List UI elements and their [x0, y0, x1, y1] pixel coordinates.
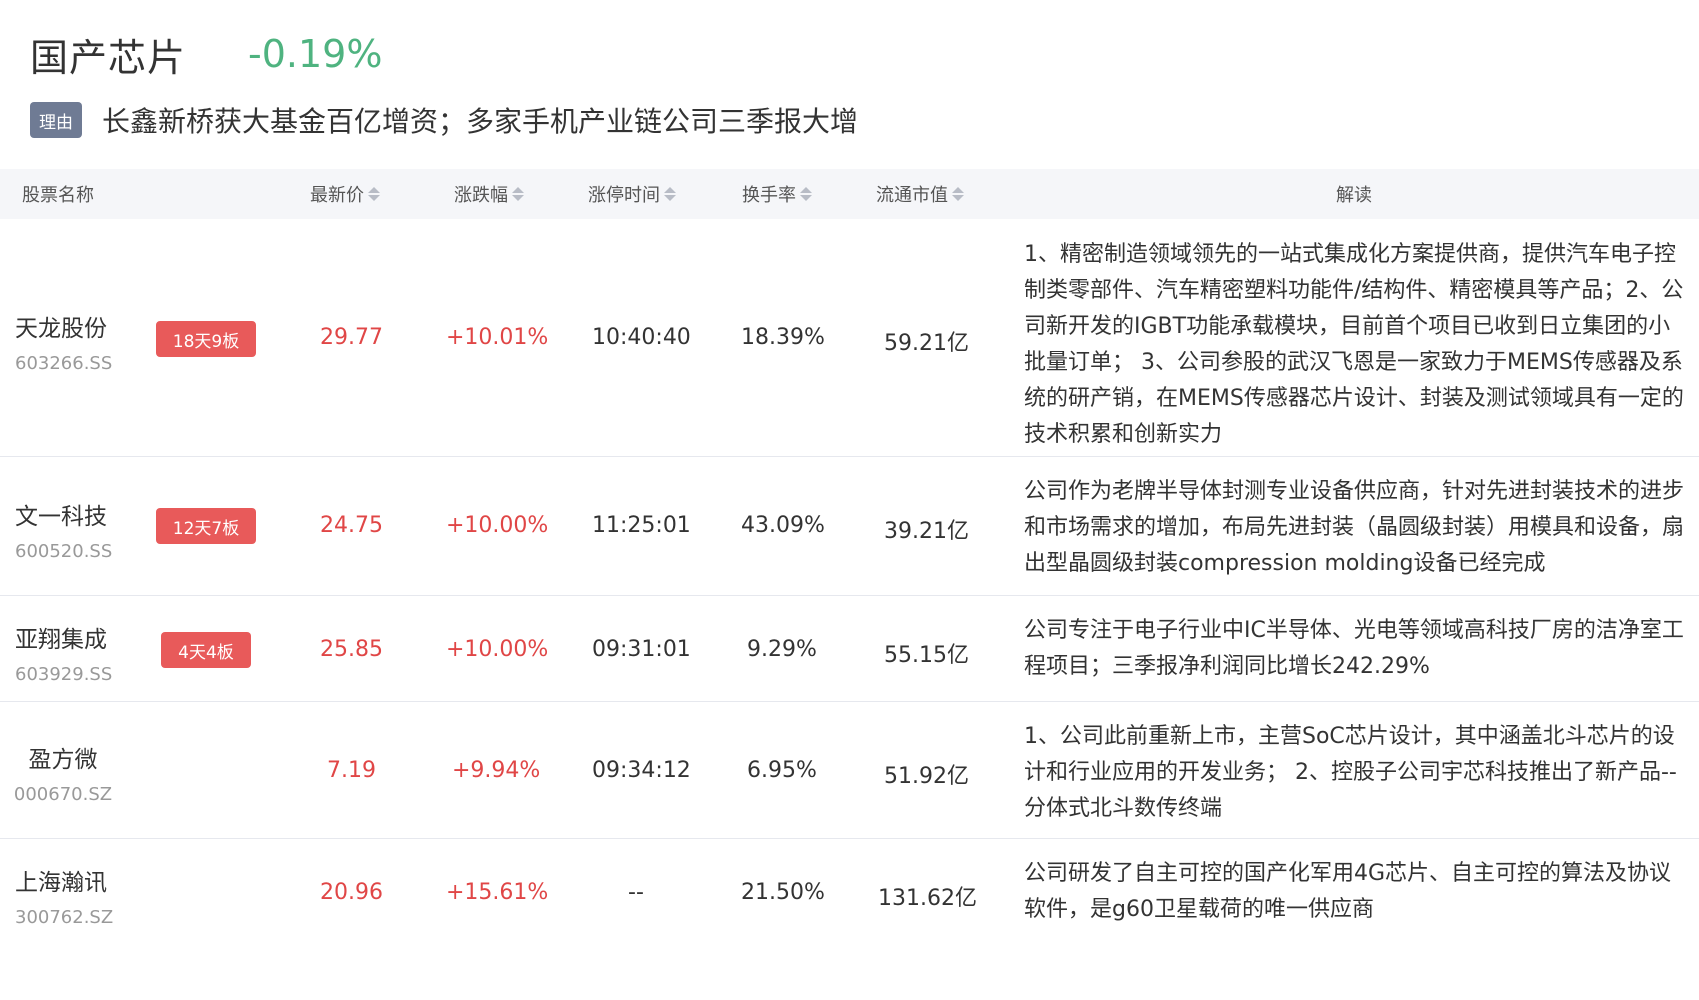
sort-icon[interactable]: [800, 187, 812, 201]
limit-time-cell: 10:40:40: [592, 325, 691, 350]
stock-name[interactable]: 天龙股份: [15, 309, 112, 343]
stock-code: 603266.SS: [15, 353, 113, 374]
turnover-cell: 18.39%: [741, 325, 825, 350]
price-cell: 20.96: [320, 880, 383, 905]
change-pct-cell: +9.94%: [452, 758, 541, 783]
reason-tag: 理由: [30, 102, 82, 138]
stock-name[interactable]: 文一科技: [15, 497, 112, 531]
price-cell: 7.19: [327, 758, 376, 783]
reason-bar: 理由 长鑫新桥获大基金百亿增资；多家手机产业链公司三季报大增: [30, 100, 858, 140]
sort-icon[interactable]: [368, 187, 380, 201]
market-cap-cell: 131.62亿: [878, 886, 977, 911]
market-cap-cell: 59.21亿: [884, 331, 969, 356]
limit-up-badge: 18天9板: [156, 321, 256, 357]
column-limit-time[interactable]: 涨停时间: [588, 169, 676, 219]
stock-name[interactable]: 上海瀚讯: [15, 863, 113, 897]
change-pct-cell: +10.00%: [446, 637, 549, 662]
stock-name-cell[interactable]: 盈方微 000670.SZ: [13, 740, 113, 805]
market-cap-cell: 51.92亿: [884, 764, 969, 789]
price-cell: 24.75: [320, 513, 383, 538]
table-header: 股票名称 最新价 涨跌幅 涨停时间 换手率 流通市值 解读: [0, 169, 1699, 219]
table-row[interactable]: 亚翔集成 603929.SS 4天4板 25.85 +10.00% 09:31:…: [0, 596, 1699, 702]
column-price[interactable]: 最新价: [310, 169, 380, 219]
column-turnover[interactable]: 换手率: [742, 169, 812, 219]
limit-time-cell: --: [628, 880, 644, 905]
column-name: 股票名称: [22, 185, 94, 206]
change-pct-cell: +10.00%: [446, 513, 549, 538]
stock-name-cell[interactable]: 上海瀚讯 300762.SZ: [15, 863, 113, 928]
table-row[interactable]: 天龙股份 603266.SS 18天9板 29.77 +10.01% 10:40…: [0, 219, 1699, 457]
column-analysis: 解读: [1336, 185, 1372, 206]
limit-up-badge: 12天7板: [156, 508, 256, 544]
sector-change: -0.19%: [248, 32, 383, 76]
sector-title: 国产芯片: [30, 35, 187, 80]
sort-icon[interactable]: [512, 187, 524, 201]
stock-code: 600520.SS: [15, 541, 113, 562]
price-cell: 29.77: [320, 325, 383, 350]
sort-icon[interactable]: [952, 187, 964, 201]
change-pct-cell: +10.01%: [446, 325, 549, 350]
turnover-cell: 21.50%: [741, 880, 825, 905]
market-cap-cell: 39.21亿: [884, 519, 969, 544]
stock-code: 300762.SZ: [15, 907, 114, 928]
analysis-cell: 公司专注于电子行业中IC半导体、光电等领域高科技厂房的洁净室工程项目；三季报净利…: [1024, 618, 1684, 679]
column-change-pct[interactable]: 涨跌幅: [454, 169, 524, 219]
analysis-cell: 1、精密制造领域领先的一站式集成化方案提供商，提供汽车电子控制类零部件、汽车精密…: [1024, 242, 1684, 447]
analysis-cell: 1、公司此前重新上市，主营SoC芯片设计，其中涵盖北斗芯片的设计和行业应用的开发…: [1024, 724, 1677, 821]
stock-name[interactable]: 盈方微: [29, 740, 98, 774]
column-market-cap[interactable]: 流通市值: [876, 169, 964, 219]
stock-name-cell[interactable]: 天龙股份 603266.SS: [15, 309, 112, 374]
reason-text: 长鑫新桥获大基金百亿增资；多家手机产业链公司三季报大增: [102, 105, 859, 138]
limit-up-badge: 4天4板: [161, 632, 251, 668]
turnover-cell: 9.29%: [747, 637, 817, 662]
stock-table: 股票名称 最新价 涨跌幅 涨停时间 换手率 流通市值 解读 天龙股份 60326…: [0, 169, 1699, 945]
table-row[interactable]: 上海瀚讯 300762.SZ 20.96 +15.61% -- 21.50% 1…: [0, 839, 1699, 945]
change-pct-cell: +15.61%: [446, 880, 549, 905]
sort-icon[interactable]: [664, 187, 676, 201]
stock-name-cell[interactable]: 文一科技 600520.SS: [15, 497, 112, 562]
analysis-cell: 公司作为老牌半导体封测专业设备供应商，针对先进封装技术的进步和市场需求的增加，布…: [1024, 479, 1685, 576]
table-row[interactable]: 盈方微 000670.SZ 7.19 +9.94% 09:34:12 6.95%…: [0, 702, 1699, 839]
turnover-cell: 6.95%: [747, 758, 817, 783]
limit-time-cell: 11:25:01: [592, 513, 691, 538]
price-cell: 25.85: [320, 637, 383, 662]
stock-name[interactable]: 亚翔集成: [15, 620, 112, 654]
turnover-cell: 43.09%: [741, 513, 825, 538]
stock-name-cell[interactable]: 亚翔集成 603929.SS: [15, 620, 112, 685]
stock-code: 603929.SS: [15, 664, 113, 685]
limit-time-cell: 09:31:01: [592, 637, 691, 662]
limit-time-cell: 09:34:12: [592, 758, 691, 783]
table-row[interactable]: 文一科技 600520.SS 12天7板 24.75 +10.00% 11:25…: [0, 457, 1699, 596]
market-cap-cell: 55.15亿: [884, 643, 969, 668]
stock-code: 000670.SZ: [13, 784, 113, 805]
page-header: 国产芯片 -0.19%: [30, 26, 382, 82]
analysis-cell: 公司研发了自主可控的国产化军用4G芯片、自主可控的算法及协议软件，是g60卫星载…: [1024, 861, 1672, 922]
